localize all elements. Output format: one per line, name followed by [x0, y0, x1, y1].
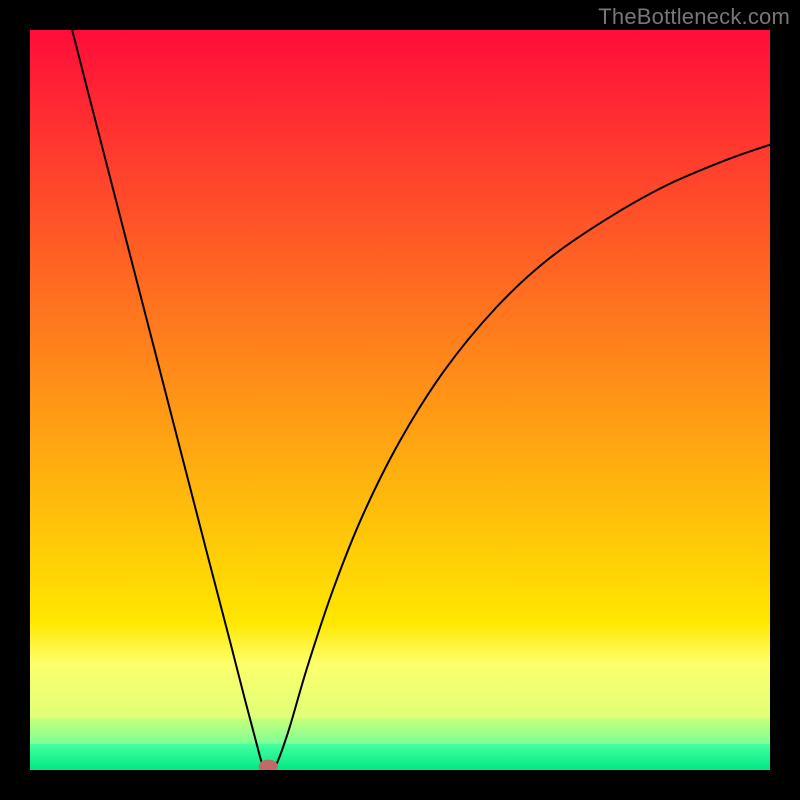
gradient-band: [30, 744, 770, 770]
gradient-band: [30, 622, 770, 663]
chart-svg: [30, 30, 770, 770]
watermark-text: TheBottleneck.com: [598, 4, 790, 30]
gradient-band: [30, 663, 770, 719]
gradient-band: [30, 30, 770, 623]
chart-frame: TheBottleneck.com: [0, 0, 800, 800]
plot-area: [30, 30, 770, 770]
gradient-background: [30, 30, 770, 770]
gradient-band: [30, 718, 770, 744]
